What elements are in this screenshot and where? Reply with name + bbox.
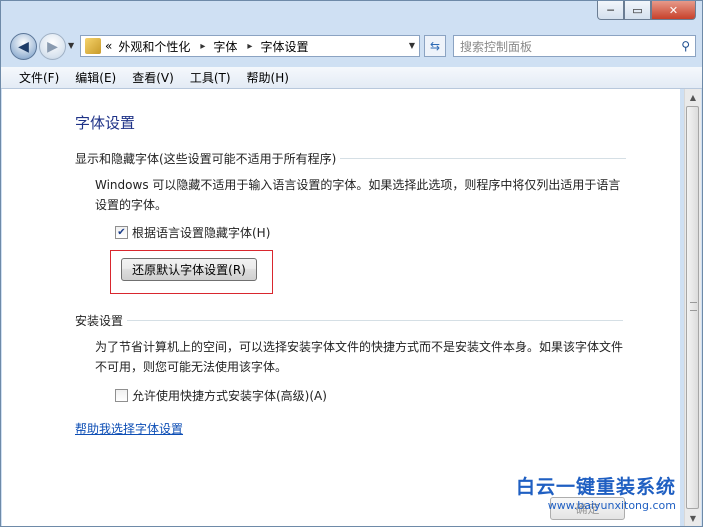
navigation-bar: ◀ ▶ ▼ « 外观和个性化 ▸ 字体 ▸ 字体设置 ▼ ⇆ 搜索控制面板 ⚲: [1, 29, 702, 65]
scroll-down-icon[interactable]: ▼: [685, 510, 701, 526]
section2-description: 为了节省计算机上的空间，可以选择安装字体文件的快捷方式而不是安装文件本身。如果该…: [95, 340, 624, 374]
recent-pages-dropdown-icon[interactable]: ▼: [68, 41, 74, 50]
menu-bar: 文件(F) 编辑(E) 查看(V) 工具(T) 帮助(H): [1, 67, 702, 89]
address-overflow-icon[interactable]: «: [105, 39, 112, 53]
scroll-up-icon[interactable]: ▲: [685, 89, 701, 105]
refresh-icon: ⇆: [429, 39, 441, 53]
watermark-url: www.baiyunxitong.com: [547, 499, 676, 512]
caption-buttons: ─ ▭ ✕: [597, 1, 696, 21]
back-arrow-icon: ◀: [18, 38, 29, 55]
breadcrumb-separator-icon[interactable]: ▸: [200, 41, 205, 52]
watermark-brand: 白云一键重装系统: [515, 476, 676, 498]
vertical-scrollbar[interactable]: ▲ ▼: [684, 89, 701, 526]
shortcut-install-checkbox[interactable]: [115, 389, 128, 402]
search-placeholder: 搜索控制面板: [460, 39, 533, 54]
forward-arrow-icon: ▶: [47, 38, 58, 55]
hide-fonts-checkbox-row[interactable]: ✔ 根据语言设置隐藏字体(H): [115, 224, 270, 241]
hide-fonts-label[interactable]: 根据语言设置隐藏字体(H): [132, 224, 270, 241]
section-divider: [127, 320, 624, 321]
breadcrumb-separator-icon[interactable]: ▸: [247, 41, 252, 52]
back-button[interactable]: ◀: [10, 33, 37, 60]
restore-default-fonts-button[interactable]: 还原默认字体设置(R): [121, 258, 257, 281]
content-pane: 字体设置 显示和隐藏字体(这些设置可能不适用于所有程序) Windows 可以隐…: [2, 89, 680, 526]
close-button[interactable]: ✕: [651, 1, 696, 20]
menu-view[interactable]: 查看(V): [124, 69, 182, 86]
section-header-show-hide: 显示和隐藏字体(这些设置可能不适用于所有程序): [75, 150, 627, 167]
address-bar[interactable]: « 外观和个性化 ▸ 字体 ▸ 字体设置 ▼: [80, 35, 420, 57]
hide-fonts-checkbox[interactable]: ✔: [115, 226, 128, 239]
scrollbar-grip-icon: [690, 302, 697, 311]
help-choose-font-settings-link[interactable]: 帮助我选择字体设置: [75, 420, 183, 437]
breadcrumb-font-settings[interactable]: 字体设置: [260, 38, 308, 55]
refresh-button[interactable]: ⇆: [424, 35, 446, 57]
menu-edit[interactable]: 编辑(E): [67, 69, 124, 86]
section1-description: Windows 可以隐藏不适用于输入语言设置的字体。如果选择此选项，则程序中将仅…: [95, 178, 621, 212]
address-dropdown-icon[interactable]: ▼: [409, 41, 415, 50]
forward-button[interactable]: ▶: [39, 33, 66, 60]
search-icon[interactable]: ⚲: [681, 39, 690, 53]
section-heading-text: 安装设置: [75, 314, 124, 328]
section-heading-text: 显示和隐藏字体(这些设置可能不适用于所有程序): [75, 152, 337, 166]
breadcrumb-fonts[interactable]: 字体: [213, 38, 237, 55]
shortcut-install-checkbox-row[interactable]: 允许使用快捷方式安装字体(高级)(A): [115, 387, 327, 404]
menu-help[interactable]: 帮助(H): [239, 69, 297, 86]
minimize-button[interactable]: ─: [597, 1, 624, 20]
page-title: 字体设置: [75, 114, 136, 132]
section-divider: [340, 158, 627, 159]
maximize-button[interactable]: ▭: [624, 1, 651, 20]
menu-tools[interactable]: 工具(T): [182, 69, 239, 86]
watermark: 白云一键重装系统 www.baiyunxitong.com: [516, 472, 676, 512]
menu-file[interactable]: 文件(F): [1, 69, 67, 86]
shortcut-install-label[interactable]: 允许使用快捷方式安装字体(高级)(A): [132, 387, 327, 404]
control-panel-icon: [85, 38, 101, 54]
scrollbar-thumb[interactable]: [686, 106, 699, 509]
control-panel-window: ─ ▭ ✕ ◀ ▶ ▼ « 外观和个性化 ▸ 字体 ▸ 字体设置 ▼ ⇆ 搜索控…: [0, 0, 703, 527]
section-header-install: 安装设置: [75, 312, 624, 329]
breadcrumb-appearance[interactable]: 外观和个性化: [118, 38, 190, 55]
search-box[interactable]: 搜索控制面板 ⚲: [453, 35, 696, 57]
